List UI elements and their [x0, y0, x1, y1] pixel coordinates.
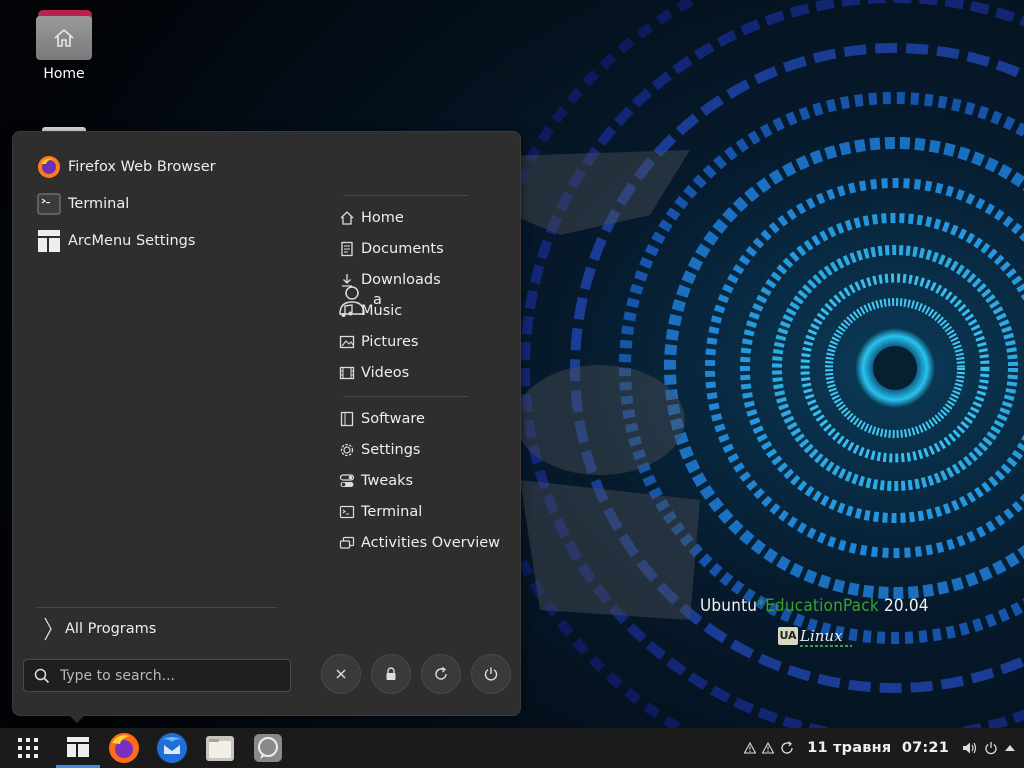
- firefox-icon: [109, 733, 139, 763]
- volume-icon[interactable]: [962, 741, 978, 755]
- lock-icon: [386, 667, 396, 680]
- thunderbird-icon: [157, 733, 187, 763]
- ualinux-logo-text: Linux: [800, 627, 843, 645]
- separator: [37, 607, 277, 608]
- desktop-home-label: Home: [43, 66, 85, 82]
- restart-button[interactable]: [421, 654, 461, 694]
- document-icon: [339, 241, 355, 257]
- power-icon: [484, 667, 498, 681]
- clock-date: 11 травня: [807, 740, 892, 756]
- terminal-icon: [339, 504, 355, 520]
- download-icon: [339, 272, 355, 288]
- place-label: Pictures: [361, 334, 419, 350]
- taskbar-thunderbird[interactable]: [152, 728, 192, 768]
- shortcut-activities-overview[interactable]: Activities Overview: [339, 530, 500, 556]
- education-pack-brand: Ubuntu*EducationPack 20.04: [700, 596, 929, 616]
- arcmenu-icon: [67, 736, 89, 757]
- desktop-home-icon[interactable]: Home: [30, 8, 98, 82]
- separator: [343, 195, 468, 196]
- place-documents[interactable]: Documents: [339, 236, 444, 262]
- music-icon: [339, 303, 355, 319]
- app-item-label: ArcMenu Settings: [68, 233, 196, 249]
- ualinux-logo-box: UA: [778, 627, 798, 645]
- search-icon: [34, 668, 50, 683]
- arcmenu-icon: [37, 229, 61, 253]
- place-label: Home: [361, 210, 404, 226]
- brand-text-version: 20.04: [878, 596, 929, 616]
- video-icon: [339, 365, 355, 381]
- brand-text-educationpack: EducationPack: [765, 596, 879, 616]
- home-folder-icon: [36, 8, 92, 60]
- menu-pointer: [67, 713, 87, 723]
- warning-icon[interactable]: [744, 742, 757, 754]
- shortcut-terminal[interactable]: Terminal: [339, 499, 422, 525]
- ualinux-logo: UA Linux: [778, 627, 854, 649]
- taskbar-chat[interactable]: [248, 728, 288, 768]
- place-label: Downloads: [361, 272, 441, 288]
- shortcut-label: Software: [361, 411, 425, 427]
- restart-icon: [435, 666, 447, 680]
- app-item-label: Terminal: [68, 196, 130, 212]
- app-item-label: Firefox Web Browser: [68, 159, 216, 175]
- taskbar: 11 травня 07:21: [0, 728, 1024, 768]
- arcmenu-panel: Firefox Web Browser Terminal ArcMenu Set…: [12, 131, 521, 716]
- app-grid-icon: [18, 738, 38, 758]
- close-icon: [336, 669, 346, 679]
- warning-icon[interactable]: [762, 742, 775, 754]
- search-box[interactable]: [23, 659, 291, 692]
- clock-time: 07:21: [901, 740, 949, 756]
- place-videos[interactable]: Videos: [339, 360, 409, 386]
- place-pictures[interactable]: Pictures: [339, 329, 418, 355]
- power-icon[interactable]: [984, 741, 998, 755]
- shortcut-label: Terminal: [361, 504, 423, 520]
- shortcut-label: Tweaks: [361, 473, 414, 489]
- power-off-button[interactable]: [471, 654, 511, 694]
- place-label: Documents: [361, 241, 444, 257]
- software-icon: [339, 411, 355, 427]
- place-label: Videos: [361, 365, 410, 381]
- place-label: Music: [361, 303, 403, 319]
- all-programs-label: All Programs: [65, 621, 157, 637]
- separator: [343, 396, 468, 397]
- activities-icon: [339, 535, 355, 551]
- arrow-up-icon[interactable]: [1004, 743, 1016, 753]
- place-home[interactable]: Home: [339, 205, 404, 231]
- taskbar-firefox[interactable]: [104, 728, 144, 768]
- brand-text-ubuntu: Ubuntu: [700, 596, 758, 616]
- shortcut-software[interactable]: Software: [339, 406, 425, 432]
- chevron-right-icon: [44, 617, 52, 641]
- shortcut-label: Activities Overview: [361, 535, 501, 551]
- show-apps-button[interactable]: [8, 728, 48, 768]
- clock[interactable]: 11 травня 07:21: [807, 740, 949, 756]
- place-downloads[interactable]: Downloads: [339, 267, 441, 293]
- firefox-icon: [37, 155, 61, 179]
- settings-icon: [339, 442, 355, 458]
- close-button[interactable]: [321, 654, 361, 694]
- tweaks-icon: [339, 473, 355, 489]
- files-icon: [206, 736, 234, 761]
- app-item-terminal[interactable]: Terminal: [37, 188, 307, 220]
- ualinux-logo-dots: [800, 645, 852, 647]
- brand-text-star: *: [757, 596, 766, 616]
- terminal-icon: [37, 192, 61, 216]
- app-item-arcmenu-settings[interactable]: ArcMenu Settings: [37, 225, 307, 257]
- chat-icon: [254, 734, 282, 762]
- all-programs-button[interactable]: All Programs: [43, 616, 156, 642]
- shortcut-tweaks[interactable]: Tweaks: [339, 468, 413, 494]
- search-input[interactable]: [58, 666, 262, 685]
- app-item-firefox[interactable]: Firefox Web Browser: [37, 151, 307, 183]
- arcmenu-button[interactable]: [56, 728, 100, 768]
- lock-button[interactable]: [371, 654, 411, 694]
- home-icon: [339, 210, 355, 226]
- refresh-icon[interactable]: [780, 741, 794, 755]
- shortcut-label: Settings: [361, 442, 421, 458]
- system-tray: 11 травня 07:21: [741, 728, 1024, 768]
- picture-icon: [339, 334, 355, 350]
- shortcut-settings[interactable]: Settings: [339, 437, 420, 463]
- place-music[interactable]: Music: [339, 298, 402, 324]
- taskbar-files[interactable]: [200, 728, 240, 768]
